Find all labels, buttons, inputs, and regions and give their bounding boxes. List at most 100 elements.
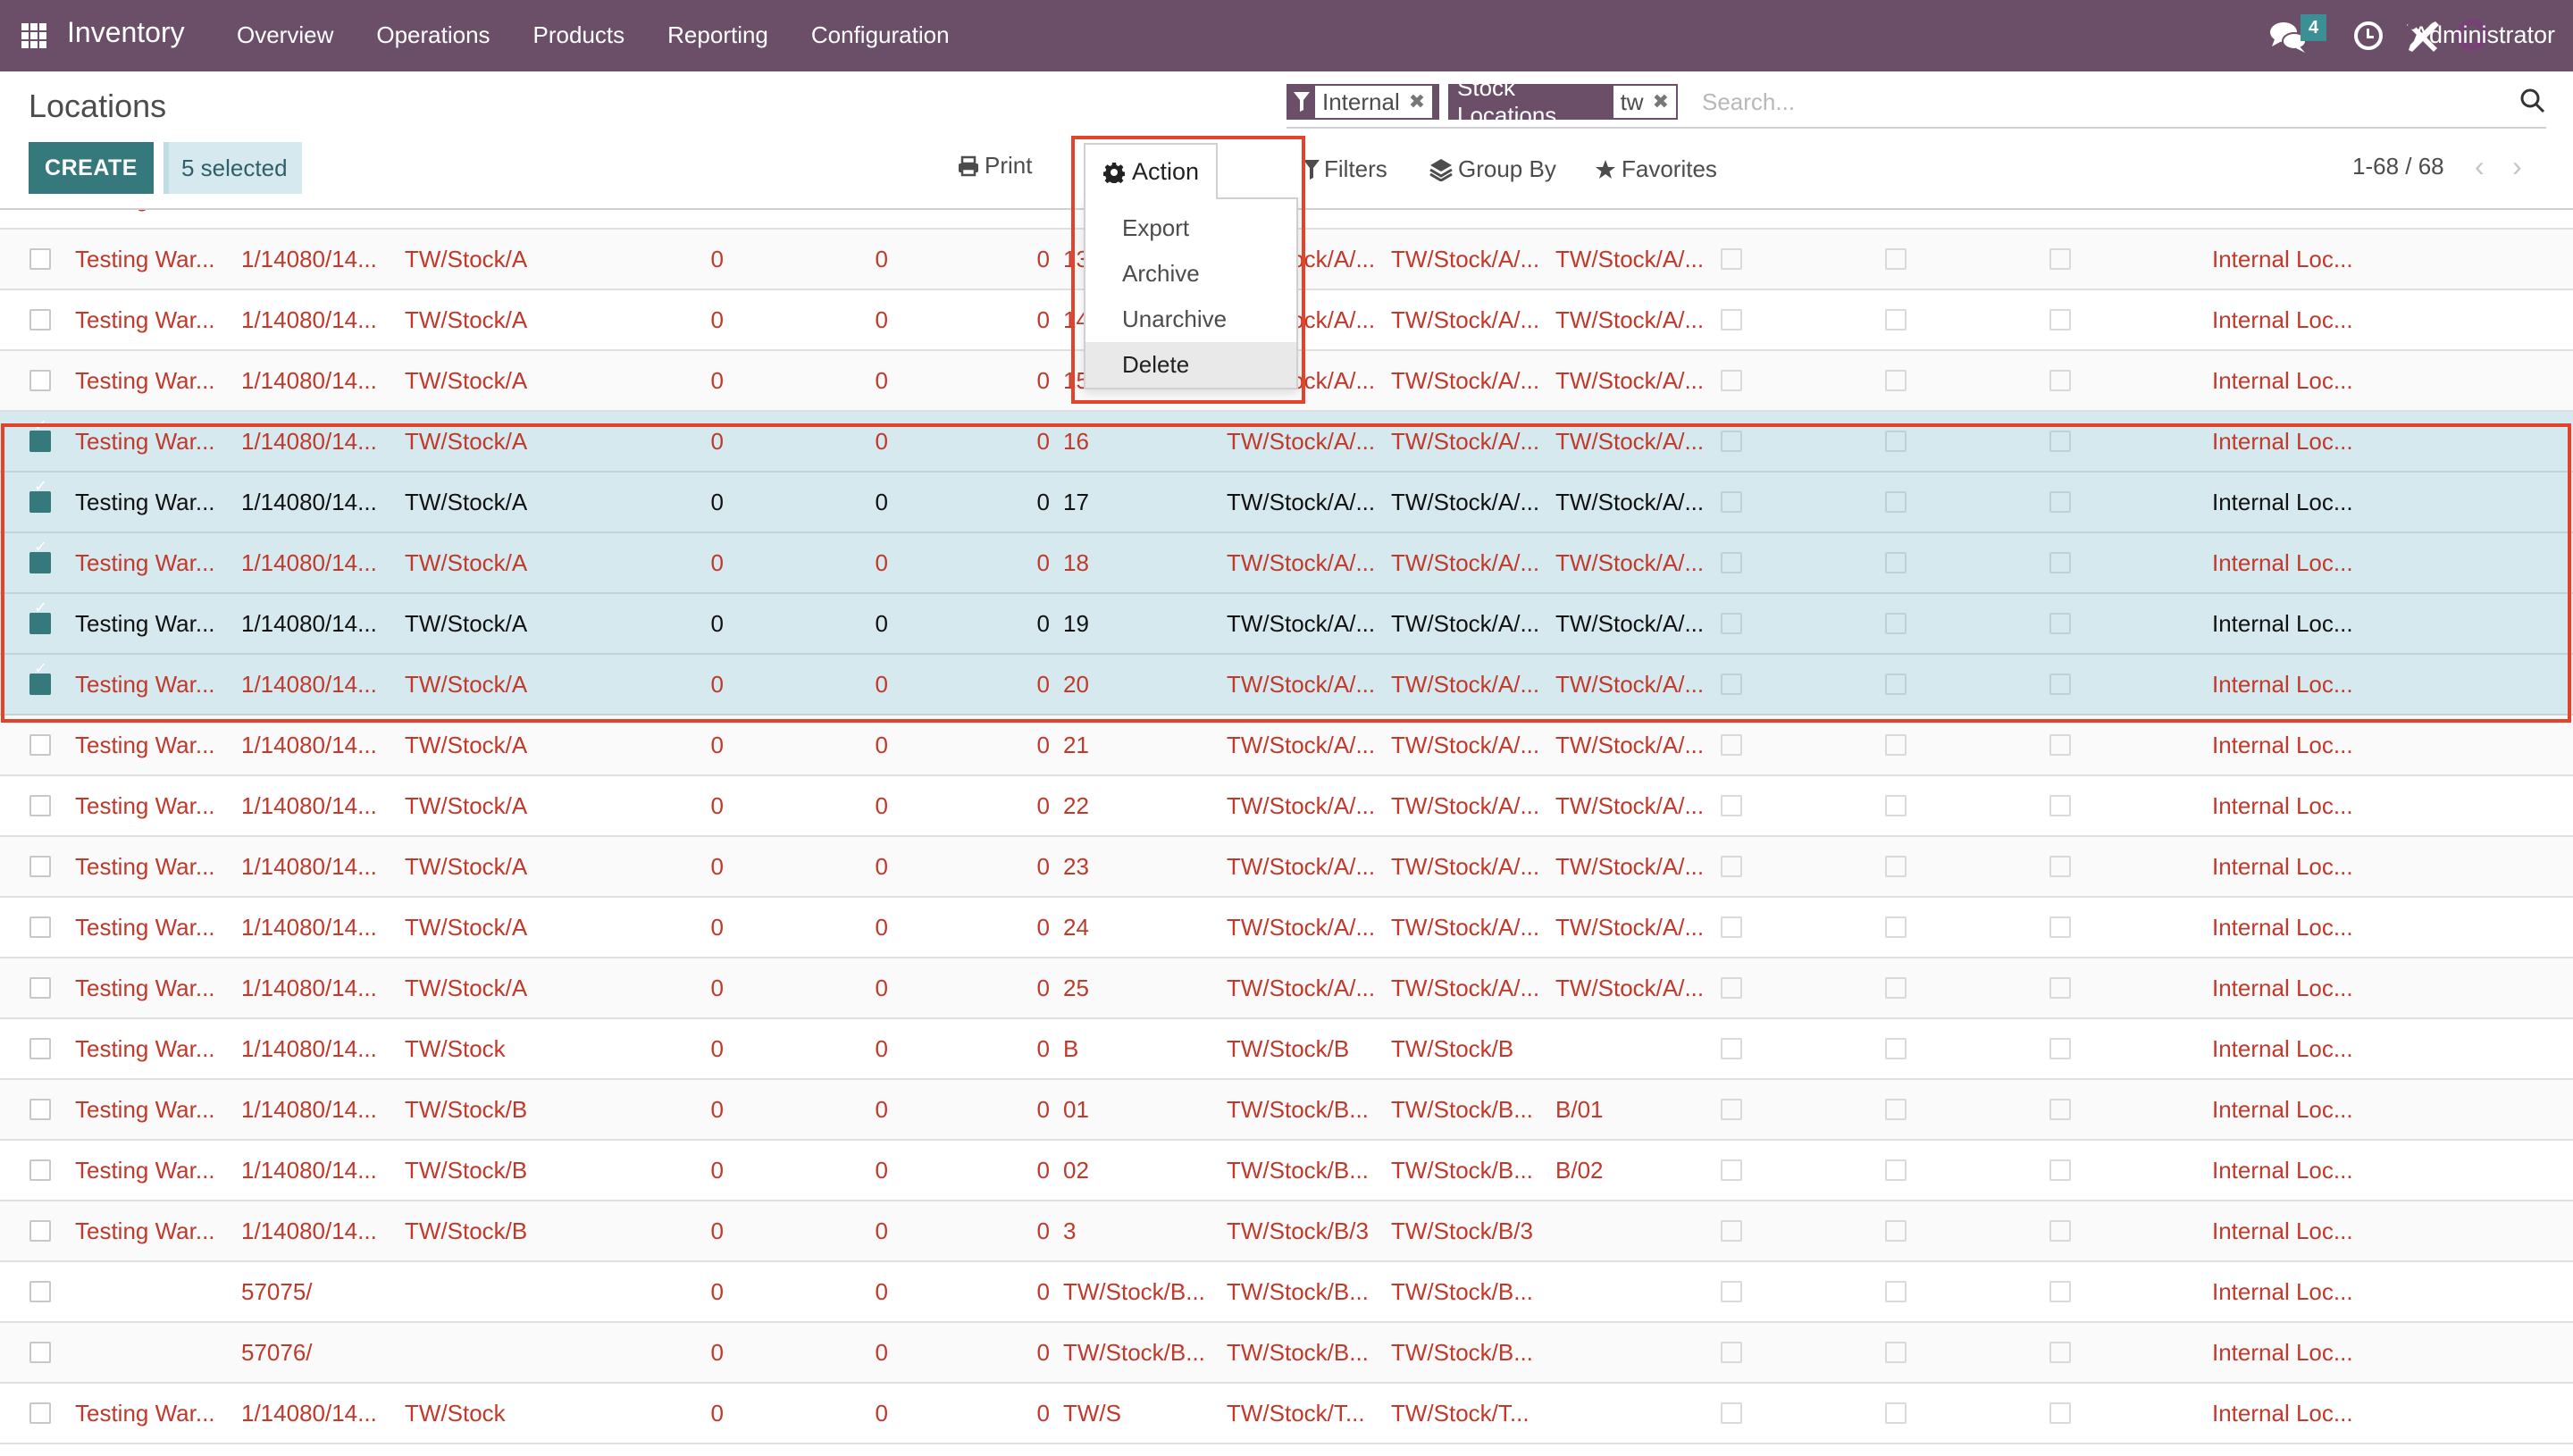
table-row[interactable]: Testing War... 1/14080/14... TW/Stock/A 0 0 0… [0, 412, 2573, 473]
cell-path-1: TW/Stock/A/... [1227, 732, 1376, 758]
cell-location-name: TW/S [1063, 1400, 1121, 1427]
table-row[interactable]: Testing War... 1/14080/14... TW/Stock/A 0 0 0… [0, 655, 2573, 715]
cell-warehouse: Testing War... [75, 1218, 215, 1244]
menu-item-export[interactable]: Export [1085, 205, 1296, 251]
favorites-button[interactable]: Favorites [1595, 155, 1717, 183]
readonly-checkbox-2 [1885, 977, 1907, 999]
row-select-checkbox[interactable] [29, 1220, 51, 1242]
row-select-checkbox[interactable] [29, 1038, 51, 1059]
filters-button[interactable]: Filters [1303, 155, 1387, 183]
menu-item-delete[interactable]: Delete [1085, 342, 1296, 388]
row-select-checkbox[interactable] [29, 477, 51, 513]
row-select-checkbox[interactable] [29, 977, 51, 999]
row-select-checkbox[interactable] [29, 416, 51, 452]
row-select-checkbox[interactable] [29, 309, 51, 331]
menu-item-unarchive[interactable]: Unarchive [1085, 297, 1296, 342]
cell-qty-2: 0 [875, 1400, 888, 1427]
cell-parent-location: TW/Stock/A [405, 210, 548, 228]
facet-remove-icon[interactable]: ✖ [1409, 90, 1425, 113]
readonly-checkbox-1 [1721, 248, 1742, 270]
row-select-checkbox[interactable] [29, 538, 51, 573]
menu-overview[interactable]: Overview [237, 21, 333, 49]
row-select-checkbox[interactable] [29, 795, 51, 816]
cell-qty-2: 0 [875, 1096, 888, 1123]
cell-path-3: B/01 [1555, 1096, 1604, 1123]
table-row[interactable]: Testing War... 1/14080/14... TW/Stock/B 0 0 0… [0, 1080, 2573, 1141]
table-row[interactable]: Testing War... 1/14080/14... TW/Stock/A 0 0 0… [0, 473, 2573, 533]
groupby-button[interactable]: Group By [1429, 155, 1556, 183]
table-row[interactable]: Testing War... 1/14080/14... TW/Stock/A 0 0 0… [0, 776, 2573, 837]
cell-parent-location: TW/Stock/A [405, 732, 528, 758]
row-select-checkbox[interactable] [29, 370, 51, 391]
apps-grid-icon[interactable] [21, 23, 46, 48]
table-row[interactable]: Testing War... 1/14080/14... TW/Stock/A 0 0 0… [0, 533, 2573, 594]
table-row[interactable]: Testing War... 1/14080/14... TW/Stock/B 0 0 0… [0, 1201, 2573, 1262]
chevron-left-icon[interactable]: ‹ [2475, 150, 2485, 183]
row-select-checkbox[interactable] [29, 248, 51, 270]
chevron-right-icon[interactable]: › [2512, 150, 2522, 183]
table-row[interactable]: Testing War... 1/14080/14... TW/Stock/A 0 0 0… [0, 837, 2573, 898]
table-row[interactable]: Testing War... 1/14080/14... TW/Stock/A 0 0 0… [0, 898, 2573, 958]
row-select-checkbox[interactable] [29, 1402, 51, 1424]
readonly-checkbox-2 [1885, 370, 1907, 391]
cell-qty-1: 0 [710, 1400, 724, 1427]
cell-qty-3: 0 [1036, 1218, 1050, 1244]
cell-full-name: 1/14080/14... [241, 210, 398, 228]
row-select-checkbox[interactable] [29, 1281, 51, 1302]
cell-path-2: TW/Stock/A/... [1391, 246, 1540, 272]
cell-qty-1: 0 [710, 732, 724, 758]
cell-location-type: Internal Loc... [2212, 549, 2353, 576]
app-brand[interactable]: Inventory [67, 16, 185, 49]
cell-parent-location: TW/Stock/A [405, 428, 528, 455]
row-select-checkbox[interactable] [29, 598, 51, 634]
table-row[interactable]: Testing War... 1/14080/14... TW/Stock 0 0 0 B T… [0, 1019, 2573, 1080]
table-row[interactable]: 57075/0 0 0 TW/Stock/B... TW/Stock/B... TW/St… [0, 1262, 2573, 1323]
cell-qty-1: 0 [710, 367, 724, 394]
row-select-checkbox[interactable] [29, 1342, 51, 1363]
row-select-checkbox[interactable] [29, 659, 51, 695]
cell-path-2: TW/Stock/A/... [1391, 306, 1540, 333]
row-select-checkbox[interactable] [29, 1099, 51, 1120]
cell-full-name: 1/14080/14... [241, 853, 377, 880]
cell-path-1: TW/Stock/A/... [1227, 549, 1376, 576]
activity-clock-icon[interactable] [2354, 21, 2383, 50]
readonly-checkbox-2 [1885, 613, 1907, 634]
readonly-checkbox-3 [2049, 1099, 2071, 1120]
cell-warehouse: Testing War... [75, 210, 227, 228]
user-menu[interactable]: Administrator [2413, 21, 2555, 49]
pager-value[interactable]: 1-68 / 68 [2352, 153, 2444, 180]
table-row[interactable]: Testing War... 1/14080/14... TW/Stock/A 0 0 0… [0, 958, 2573, 1019]
menu-products[interactable]: Products [533, 21, 625, 49]
search-input[interactable] [1702, 86, 2417, 118]
readonly-checkbox-3 [2049, 977, 2071, 999]
table-row[interactable]: 57076/0 0 0 TW/Stock/B... TW/Stock/B... TW/St… [0, 1323, 2573, 1384]
row-select-checkbox[interactable] [29, 208, 51, 209]
facet-remove-icon[interactable]: ✖ [1653, 90, 1669, 113]
cell-qty-2: 0 [843, 210, 888, 228]
table-row[interactable]: Testing War... 1/14080/14... TW/Stock 0 0 0 TW… [0, 1384, 2573, 1444]
menu-configuration[interactable]: Configuration [811, 21, 950, 49]
print-button[interactable]: Print [958, 152, 1032, 180]
menu-item-archive[interactable]: Archive [1085, 251, 1296, 297]
table-row[interactable]: Testing War... 1/14080/14... TW/Stock/A 0 0 0… [0, 594, 2573, 655]
table-row[interactable]: Testing War... 1/14080/14... TW/Stock/B 0 0 0… [0, 1141, 2573, 1201]
cell-location-type: Internal Loc... [2212, 1278, 2353, 1305]
row-select-checkbox[interactable] [29, 1159, 51, 1181]
cell-location-name: 01 [1063, 1096, 1089, 1123]
action-button[interactable]: Action [1084, 143, 1218, 199]
facet-value: Internal [1322, 88, 1400, 115]
cell-path-2: TW/Stock/B... [1391, 1096, 1533, 1123]
table-row[interactable]: Testing War... 1/14080/14... TW/Stock/A 0 0 0… [0, 715, 2573, 776]
search-icon[interactable] [2519, 88, 2546, 114]
menu-operations[interactable]: Operations [376, 21, 490, 49]
cell-full-name: 1/14080/14... [241, 1157, 377, 1184]
create-button[interactable]: CREATE [29, 142, 154, 194]
cell-path-1: TW/Stock/B... [1227, 1339, 1369, 1366]
row-select-checkbox[interactable] [29, 734, 51, 756]
cell-path-2: TW/Stock/A/... [1391, 914, 1540, 941]
menu-reporting[interactable]: Reporting [667, 21, 768, 49]
row-select-checkbox[interactable] [29, 856, 51, 877]
cell-path-2: TW/Stock/A/... [1391, 671, 1540, 698]
cell-path-3: TW/Stock/A/... [1555, 489, 1705, 515]
row-select-checkbox[interactable] [29, 916, 51, 938]
